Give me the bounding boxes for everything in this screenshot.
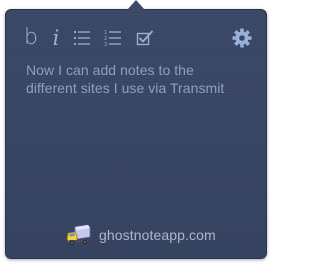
svg-text:3: 3: [104, 42, 107, 47]
website-link[interactable]: ghostnoteapp.com: [66, 222, 216, 248]
website-link-label[interactable]: ghostnoteapp.com: [99, 227, 216, 243]
note-text-area[interactable]: Now I can add notes to the different sit…: [26, 61, 246, 97]
bold-icon[interactable]: b: [22, 27, 40, 49]
numbered-list-icon[interactable]: 1 2 3: [104, 27, 122, 49]
gear-icon[interactable]: [231, 27, 253, 49]
formatting-toolbar: b i 1 2 3: [20, 26, 253, 50]
popover-arrow: [127, 0, 145, 10]
italic-icon[interactable]: i: [49, 26, 63, 50]
transmit-truck-icon: [66, 224, 91, 246]
bulleted-list-icon[interactable]: [73, 27, 91, 49]
checkbox-icon[interactable]: [136, 27, 154, 49]
